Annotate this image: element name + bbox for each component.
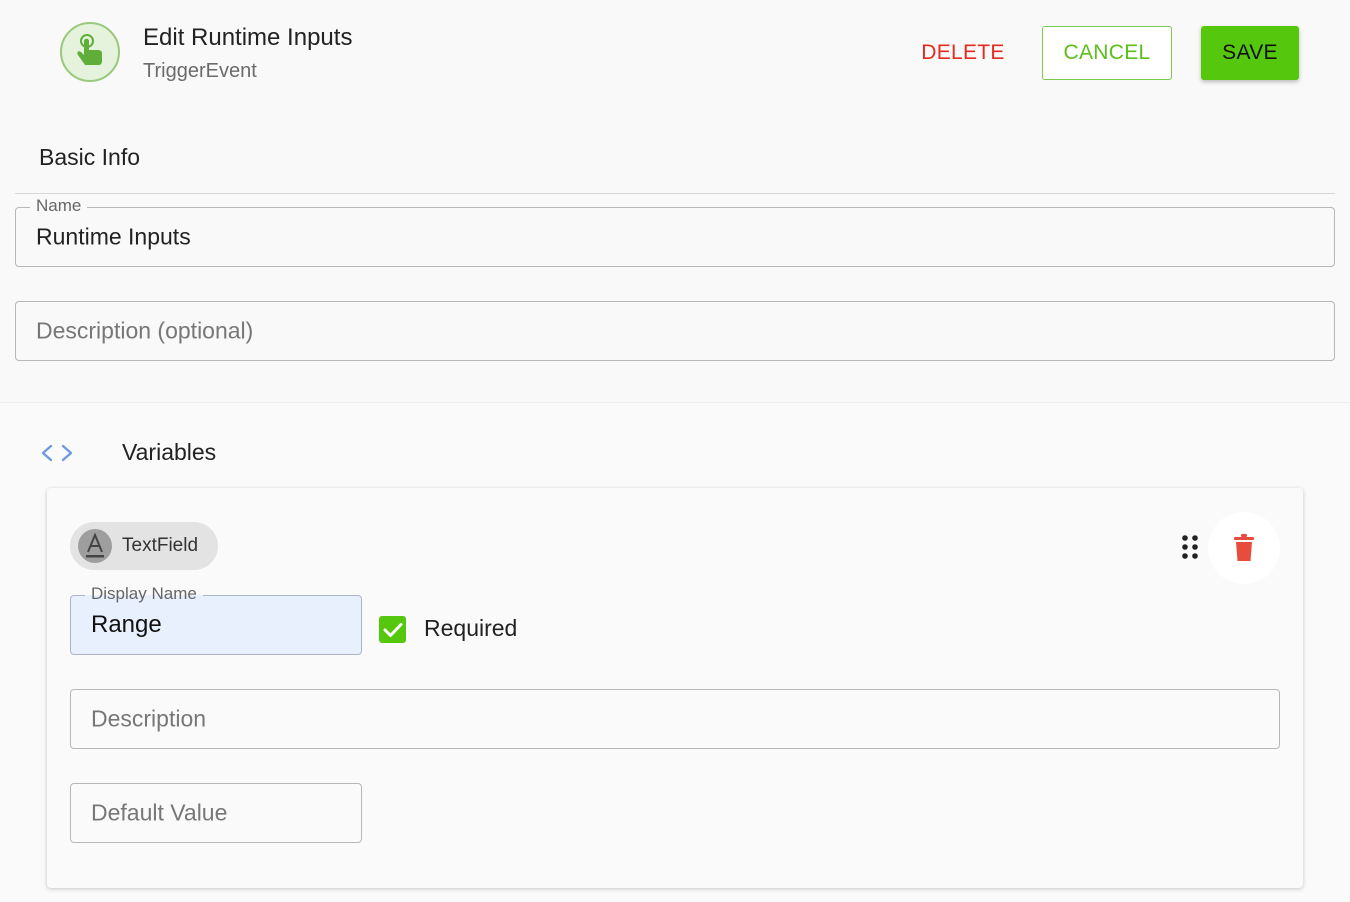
variable-type-label: TextField [122, 535, 199, 556]
basic-info-title: Basic Info [39, 144, 140, 170]
drag-handle-icon[interactable] [1180, 533, 1200, 561]
cancel-button[interactable]: CANCEL [1042, 26, 1172, 80]
display-name-label: Display Name [85, 584, 203, 604]
page-subtitle: TriggerEvent [143, 60, 257, 82]
code-icon [40, 442, 74, 464]
variables-title: Variables [122, 439, 217, 465]
variable-type-chip: TextField [70, 522, 218, 570]
touch-icon [60, 22, 120, 82]
check-icon [383, 622, 402, 637]
trash-icon [1234, 534, 1254, 561]
description-field-placeholder[interactable]: Description (optional) [36, 318, 253, 345]
default-value-placeholder[interactable]: Default Value [91, 800, 227, 827]
name-field[interactable]: Name Runtime Inputs [15, 196, 1335, 267]
text-field-icon [78, 529, 112, 563]
page-title: Edit Runtime Inputs [143, 24, 353, 51]
section-divider [15, 193, 1335, 194]
display-name-field[interactable]: Display Name Range [70, 584, 362, 655]
name-field-label: Name [30, 196, 88, 216]
description-field[interactable]: Description (optional) [15, 301, 1335, 361]
delete-button[interactable]: DELETE [908, 26, 1018, 80]
delete-variable-button[interactable] [1208, 512, 1280, 584]
edit-runtime-inputs-page: Edit Runtime Inputs TriggerEvent DELETE … [0, 0, 1350, 902]
required-label[interactable]: Required [424, 615, 517, 642]
display-name-value[interactable]: Range [91, 611, 162, 639]
required-checkbox[interactable] [379, 616, 406, 643]
variable-description-placeholder[interactable]: Description [91, 706, 206, 733]
save-button[interactable]: SAVE [1201, 26, 1299, 80]
name-field-value[interactable]: Runtime Inputs [36, 224, 191, 251]
default-value-field[interactable]: Default Value [70, 783, 362, 843]
variable-description-field[interactable]: Description [70, 689, 1280, 749]
